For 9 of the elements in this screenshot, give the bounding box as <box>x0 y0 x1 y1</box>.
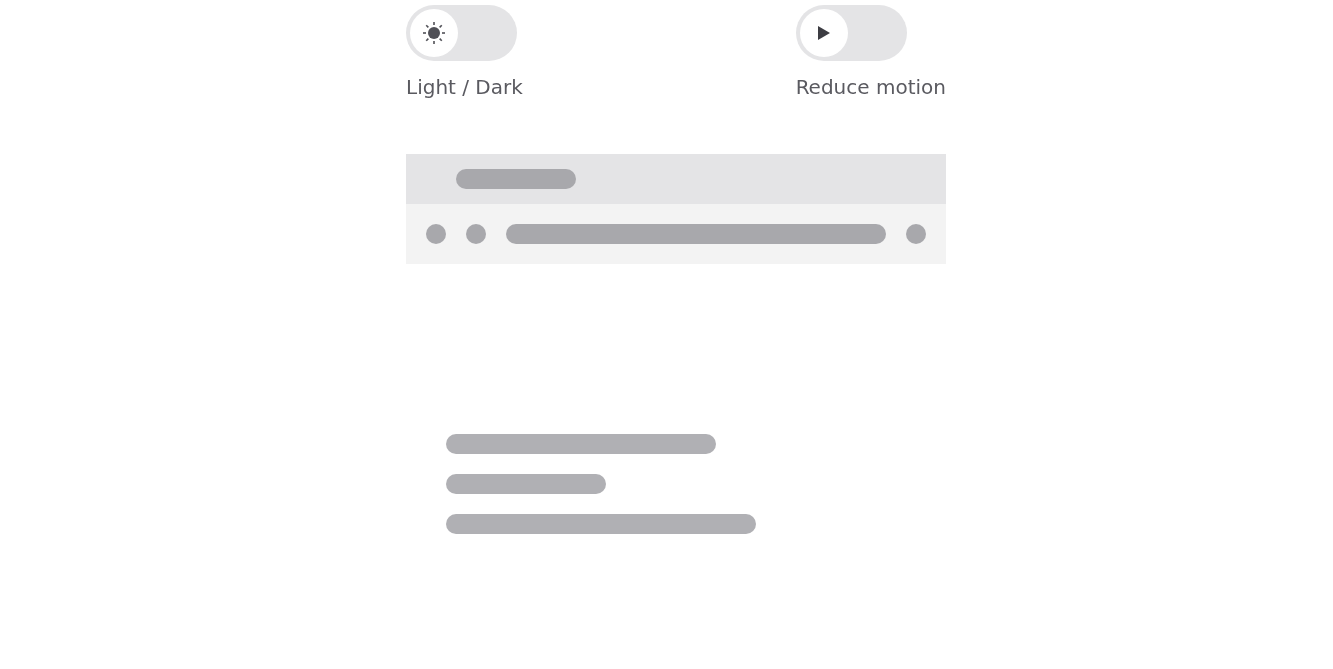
toggle-label: Reduce motion <box>795 75 946 99</box>
nav-dot <box>426 224 446 244</box>
nav-dot <box>466 224 486 244</box>
menu-dot <box>906 224 926 244</box>
toggle-switch[interactable] <box>795 5 907 61</box>
toggle-label: Light / Dark <box>406 75 523 99</box>
toggle-switch[interactable] <box>406 5 517 61</box>
play-icon <box>816 25 831 41</box>
sun-icon <box>421 20 447 46</box>
